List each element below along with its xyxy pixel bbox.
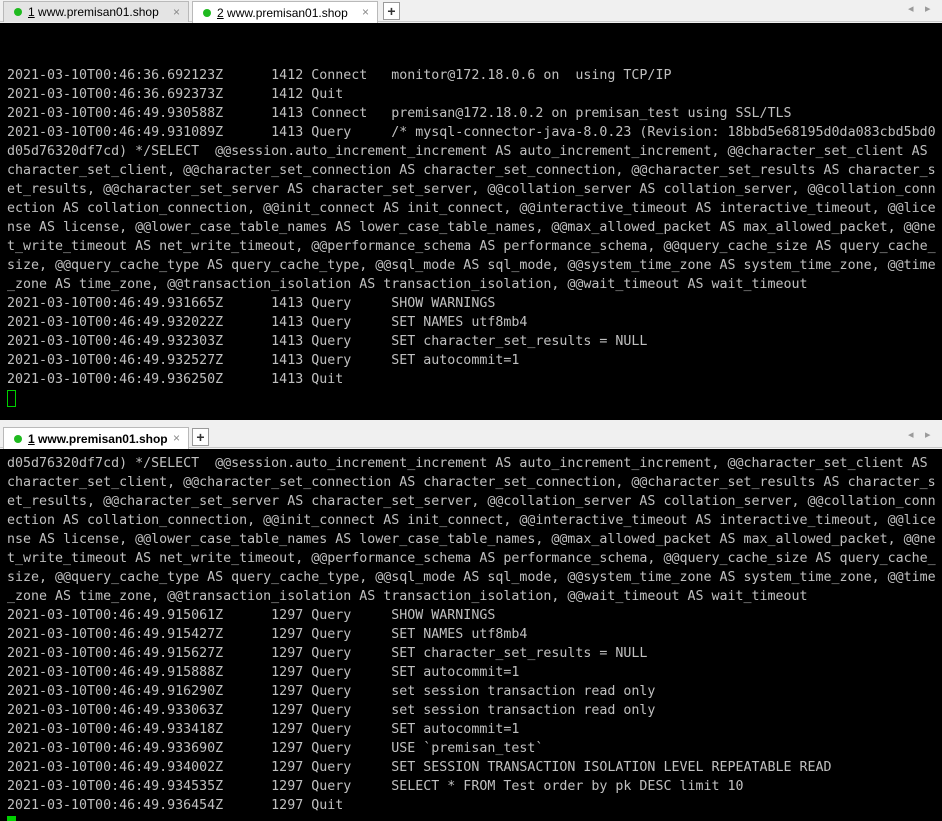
close-tab-icon[interactable]: × — [362, 5, 369, 19]
scroll-tabs-left-icon[interactable]: ◂ — [908, 2, 914, 15]
terminal-line: 2021-03-10T00:46:36.692373Z 1412 Quit — [7, 87, 344, 102]
terminal-line: et_results, @@character_set_server AS ch… — [7, 182, 936, 197]
terminal-line: 2021-03-10T00:46:49.934002Z 1297 Query S… — [7, 760, 832, 775]
cursor-line — [7, 389, 942, 408]
terminal-line: 2021-03-10T00:46:49.933690Z 1297 Query U… — [7, 741, 544, 756]
terminal-line: d05d76320df7cd) */SELECT @@session.auto_… — [7, 144, 928, 159]
close-tab-icon[interactable]: × — [173, 5, 180, 19]
terminal-line: 2021-03-10T00:46:49.916290Z 1297 Query s… — [7, 684, 656, 699]
terminal-line: et_results, @@character_set_server AS ch… — [7, 494, 936, 509]
terminal-line: 2021-03-10T00:46:49.932303Z 1413 Query S… — [7, 334, 648, 349]
terminal-line: 2021-03-10T00:46:49.933063Z 1297 Query s… — [7, 703, 656, 718]
terminal-cursor — [7, 816, 16, 821]
terminal-line: 2021-03-10T00:46:49.931665Z 1413 Query S… — [7, 296, 496, 311]
terminal-line: d05d76320df7cd) */SELECT @@session.auto_… — [7, 456, 928, 471]
scroll-tabs-right-icon[interactable]: ▸ — [925, 2, 931, 15]
terminal-line: 2021-03-10T00:46:49.915627Z 1297 Query S… — [7, 646, 648, 661]
scroll-tabs-left-icon[interactable]: ◂ — [908, 428, 914, 441]
terminal-line: 2021-03-10T00:46:49.931089Z 1413 Query /… — [7, 125, 936, 140]
terminal-line: 2021-03-10T00:46:49.930588Z 1413 Connect… — [7, 106, 792, 121]
terminal-line: _zone AS time_zone, @@transaction_isolat… — [7, 589, 808, 604]
terminal-line: 2021-03-10T00:46:49.936454Z 1297 Quit — [7, 798, 344, 813]
terminal-line: 2021-03-10T00:46:49.915061Z 1297 Query S… — [7, 608, 496, 623]
tab-bottom-1[interactable]: 1 www.premisan01.shop × — [3, 427, 189, 449]
terminal-line: 2021-03-10T00:46:49.934535Z 1297 Query S… — [7, 779, 744, 794]
terminal-line: t_write_timeout AS net_write_timeout, @@… — [7, 239, 936, 254]
bottom-tab-bar: 1 www.premisan01.shop × + ◂ ▸ — [0, 426, 942, 449]
terminal-line: 2021-03-10T00:46:49.936250Z 1413 Quit — [7, 372, 344, 387]
top-tab-bar: 1 www.premisan01.shop × 2 www.premisan01… — [0, 0, 942, 23]
terminal-line: 2021-03-10T00:46:49.915888Z 1297 Query S… — [7, 665, 520, 680]
terminal-line: ection AS collation_connection, @@init_c… — [7, 513, 936, 528]
terminal-line: 2021-03-10T00:46:49.932527Z 1413 Query S… — [7, 353, 520, 368]
terminal-cursor — [7, 390, 16, 407]
tab-top-1[interactable]: 1 www.premisan01.shop × — [3, 1, 189, 22]
scroll-tabs-right-icon[interactable]: ▸ — [925, 428, 931, 441]
terminal-line: 2021-03-10T00:46:49.933418Z 1297 Query S… — [7, 722, 520, 737]
terminal-line: size, @@query_cache_type AS query_cache_… — [7, 570, 936, 585]
terminal-line: 2021-03-10T00:46:49.932022Z 1413 Query S… — [7, 315, 528, 330]
tab-label: 2 www.premisan01.shop — [217, 5, 348, 20]
bottom-terminal[interactable]: d05d76320df7cd) */SELECT @@session.auto_… — [0, 449, 942, 821]
tab-top-2[interactable]: 2 www.premisan01.shop × — [192, 1, 378, 23]
top-terminal[interactable]: 2021-03-10T00:46:36.692123Z 1412 Connect… — [0, 23, 942, 420]
connection-status-icon — [14, 434, 22, 443]
terminal-line: nse AS license, @@lower_case_table_names… — [7, 220, 936, 235]
terminal-line: character_set_client, @@character_set_co… — [7, 475, 936, 490]
terminal-line: 2021-03-10T00:46:49.915427Z 1297 Query S… — [7, 627, 528, 642]
tab-label: 1 www.premisan01.shop — [28, 5, 159, 19]
terminal-line: size, @@query_cache_type AS query_cache_… — [7, 258, 936, 273]
terminal-line: 2021-03-10T00:46:36.692123Z 1412 Connect… — [7, 68, 672, 83]
terminal-line: character_set_client, @@character_set_co… — [7, 163, 936, 178]
terminal-line: _zone AS time_zone, @@transaction_isolat… — [7, 277, 808, 292]
terminal-line: nse AS license, @@lower_case_table_names… — [7, 532, 936, 547]
new-tab-button[interactable]: + — [192, 428, 209, 446]
terminal-line: t_write_timeout AS net_write_timeout, @@… — [7, 551, 936, 566]
close-tab-icon[interactable]: × — [173, 431, 180, 445]
new-tab-button[interactable]: + — [383, 2, 400, 20]
connection-status-icon — [14, 8, 22, 16]
cursor-line — [7, 815, 942, 821]
terminal-line: ection AS collation_connection, @@init_c… — [7, 201, 936, 216]
connection-status-icon — [203, 8, 211, 17]
tab-label: 1 www.premisan01.shop — [28, 431, 168, 446]
